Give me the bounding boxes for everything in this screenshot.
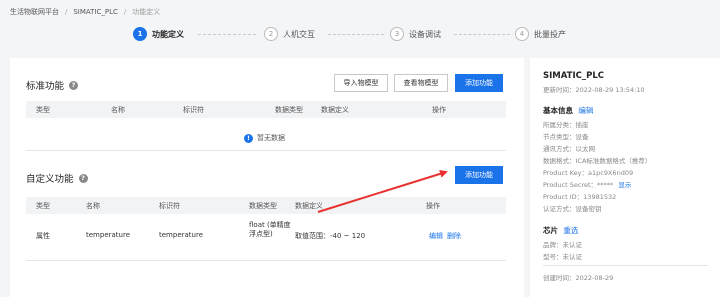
info-node-type: 节点类型：设备 (543, 133, 589, 141)
basic-info-header: 基本信息 编辑 (543, 105, 593, 116)
info-model: 型号：未认证 (543, 253, 582, 261)
created-time: 创建时间：2022-08-29 (543, 274, 614, 282)
chip-title: 芯片 (543, 226, 558, 235)
info-data-format: 数据格式：ICA标准数据格式（推荐） (543, 157, 652, 165)
chip-reselect-link[interactable]: 重选 (563, 226, 578, 235)
product-name: SIMATIC_PLC (543, 71, 604, 81)
info-product-id: Product ID：13981532 (543, 193, 617, 201)
info-brand: 品牌：未认证 (543, 241, 582, 249)
updated-time: 更新时间：2022-08-29 13:54:10 (543, 86, 645, 94)
info-category: 所属分类：插座 (543, 121, 589, 129)
product-secret-text: Product Secret：***** (543, 181, 614, 189)
chip-header: 芯片 重选 (543, 225, 578, 236)
divider (543, 265, 708, 266)
product-info-panel: SIMATIC_PLC 更新时间：2022-08-29 13:54:10 基本信… (530, 58, 720, 297)
info-auth: 认证方式：设备密钥 (543, 205, 602, 213)
info-network: 通讯方式：以太网 (543, 145, 595, 153)
basic-info-title: 基本信息 (543, 106, 573, 115)
info-product-secret: Product Secret：***** 显示 (543, 179, 631, 189)
info-product-key: Product Key：a1pc9X6nd09 (543, 169, 634, 177)
show-secret-link[interactable]: 显示 (618, 181, 631, 189)
basic-info-edit-link[interactable]: 编辑 (578, 106, 593, 115)
